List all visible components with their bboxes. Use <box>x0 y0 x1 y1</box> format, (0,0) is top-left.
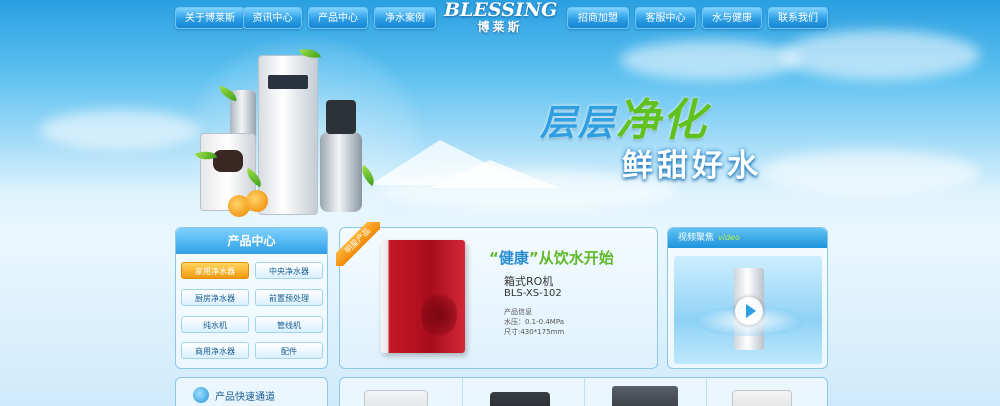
category-kitchen-purifier[interactable]: 厨房净水器 <box>181 289 249 306</box>
video-title-en: video <box>718 233 740 242</box>
nav-contact[interactable]: 联系我们 <box>768 7 828 29</box>
play-icon[interactable] <box>735 297 763 325</box>
product-thumb[interactable] <box>732 390 792 406</box>
category-pipeline[interactable]: 管线机 <box>255 316 323 333</box>
nav-franchise[interactable]: 招商加盟 <box>567 7 629 29</box>
strip-divider <box>584 378 585 406</box>
headline-quote: ” <box>528 249 539 267</box>
category-commercial[interactable]: 商用净水器 <box>181 342 249 359</box>
slogan-highlight: 净化 <box>616 95 709 146</box>
video-panel-header: 视频聚焦 video <box>668 228 827 248</box>
strip-divider <box>462 378 463 406</box>
logo-text-cn: 博莱斯 <box>477 20 523 34</box>
category-accessories[interactable]: 配件 <box>255 342 323 359</box>
info-pressure: 水压：0.1-0.4MPa <box>504 318 565 326</box>
orange-image <box>246 190 268 212</box>
category-pre-filter[interactable]: 前置预处理 <box>255 289 323 306</box>
nav-products[interactable]: 产品中心 <box>308 7 368 29</box>
nav-news[interactable]: 资讯中心 <box>243 7 302 29</box>
product-center-title: 产品中心 <box>176 228 327 254</box>
nav-service[interactable]: 客服中心 <box>635 7 696 29</box>
softener-head <box>326 100 356 134</box>
cloud <box>40 110 200 150</box>
star-product-ribbon: 明星产品 <box>336 222 380 266</box>
video-title-cn: 视频聚焦 <box>678 233 715 243</box>
video-thumbnail[interactable] <box>674 256 822 364</box>
nav-water-health[interactable]: 水与健康 <box>702 7 762 29</box>
product-thumb[interactable] <box>364 390 428 406</box>
info-label: 产品信息 <box>504 308 532 316</box>
hero-slogan-1: 层层净化 <box>540 84 708 148</box>
purifier-pattern <box>421 290 457 340</box>
product-strip <box>339 377 828 406</box>
softener-tank-image <box>320 132 362 212</box>
slogan-part: 层层 <box>540 103 617 144</box>
cloud <box>760 150 980 195</box>
nav-cases[interactable]: 净水案例 <box>374 7 436 29</box>
featured-product-headline: “健康”从饮水开始 <box>489 247 614 268</box>
featured-product-model: BLS-XS-102 <box>504 288 562 299</box>
headline-keyword: 健康 <box>498 249 529 267</box>
product-center-panel: 产品中心 家用净水器 中央净水器 厨房净水器 前置预处理 纯水机 管线机 商用净… <box>175 227 328 369</box>
hero-slogan-2: 鲜甜好水 <box>622 148 762 184</box>
featured-product-name: 箱式RO机 <box>504 275 554 288</box>
product-thumb[interactable] <box>612 386 678 406</box>
cloud <box>780 30 980 80</box>
dispenser-panel <box>268 75 308 89</box>
quick-access-label[interactable]: 产品快速通道 <box>215 388 275 403</box>
headline-tail: 从饮水开始 <box>538 249 614 267</box>
ribbon-label: 明星产品 <box>336 222 380 266</box>
quick-access-panel: 产品快速通道 <box>175 377 328 406</box>
video-panel: 视频聚焦 video <box>667 227 828 369</box>
logo-text-en: BLESSING <box>444 0 558 21</box>
strip-divider <box>706 378 707 406</box>
snow-mountain <box>430 160 560 188</box>
water-drop-icon <box>193 387 209 403</box>
info-size: 尺寸:430*175mm <box>504 328 565 336</box>
category-home-purifier[interactable]: 家用净水器 <box>181 262 249 279</box>
category-pure-water[interactable]: 纯水机 <box>181 316 249 333</box>
product-thumb[interactable] <box>490 392 550 406</box>
featured-product-info: 产品信息 水压：0.1-0.4MPa 尺寸:430*175mm <box>504 307 564 337</box>
cloud <box>620 40 800 80</box>
headline-quote: “ <box>489 249 499 267</box>
category-central-purifier[interactable]: 中央净水器 <box>255 262 323 279</box>
ro-purifier-image[interactable] <box>381 240 465 353</box>
brand-logo[interactable]: BLESSING 博莱斯 <box>444 0 558 36</box>
wall-purifier-window <box>213 150 243 172</box>
nav-about[interactable]: 关于博莱斯 <box>175 7 245 29</box>
